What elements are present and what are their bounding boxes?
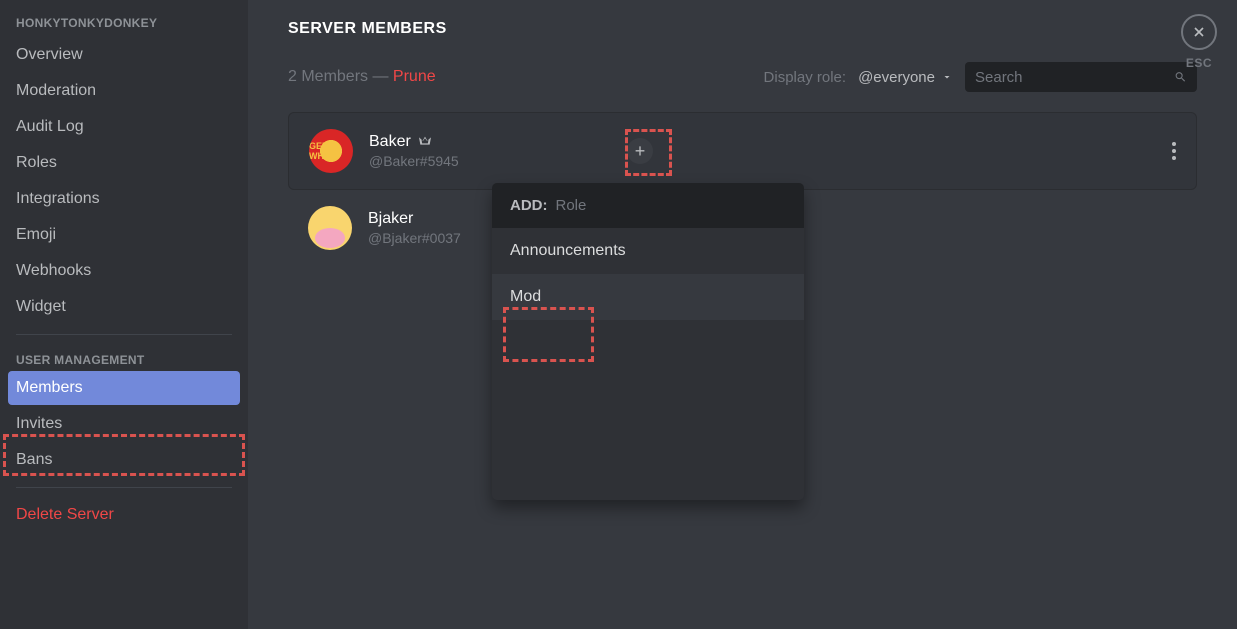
add-role-button[interactable]: + xyxy=(627,138,653,164)
sidebar-item-invites[interactable]: Invites xyxy=(8,407,240,441)
divider xyxy=(16,487,232,488)
members-toolbar: 2 Members — Prune Display role: @everyon… xyxy=(288,62,1197,92)
display-role-dropdown[interactable]: @everyone xyxy=(858,69,953,86)
popover-role-option-announcements[interactable]: Announcements xyxy=(492,228,804,274)
popover-role-input[interactable]: Role xyxy=(556,197,587,214)
settings-sidebar: HONKYTONKYDONKEY Overview Moderation Aud… xyxy=(0,0,248,629)
close-button[interactable] xyxy=(1181,14,1217,50)
close-icon xyxy=(1191,24,1207,40)
sidebar-item-overview[interactable]: Overview xyxy=(8,38,240,72)
sidebar-item-bans[interactable]: Bans xyxy=(8,443,240,477)
member-name-text: Bjaker xyxy=(368,210,413,228)
esc-label: ESC xyxy=(1181,56,1217,70)
member-row[interactable]: GEE WHIZ Baker @Baker#5945 + xyxy=(288,112,1197,190)
member-tag: @Baker#5945 xyxy=(369,153,589,169)
user-management-label: USER MANAGEMENT xyxy=(8,345,240,371)
sidebar-item-delete-server[interactable]: Delete Server xyxy=(8,498,240,532)
plus-icon: + xyxy=(635,141,646,162)
crown-icon xyxy=(417,134,433,150)
member-info: Baker @Baker#5945 xyxy=(369,133,589,169)
display-role-label: Display role: xyxy=(764,69,847,86)
close-panel: ESC xyxy=(1181,14,1217,70)
prune-link[interactable]: Prune xyxy=(393,68,436,85)
toolbar-right: Display role: @everyone xyxy=(764,62,1197,92)
sidebar-item-emoji[interactable]: Emoji xyxy=(8,218,240,252)
sidebar-item-integrations[interactable]: Integrations xyxy=(8,182,240,216)
sidebar-item-moderation[interactable]: Moderation xyxy=(8,74,240,108)
avatar xyxy=(308,206,352,250)
member-name: Baker xyxy=(369,133,589,151)
add-role-popover: ADD: Role Announcements Mod xyxy=(492,183,804,500)
sidebar-item-widget[interactable]: Widget xyxy=(8,290,240,324)
popover-add-label: ADD: xyxy=(510,197,548,214)
avatar: GEE WHIZ xyxy=(309,129,353,173)
sidebar-item-roles[interactable]: Roles xyxy=(8,146,240,180)
member-count: 2 Members — Prune xyxy=(288,68,436,86)
sidebar-item-webhooks[interactable]: Webhooks xyxy=(8,254,240,288)
divider xyxy=(16,334,232,335)
sidebar-item-audit-log[interactable]: Audit Log xyxy=(8,110,240,144)
search-icon xyxy=(1174,68,1187,86)
server-name-header: HONKYTONKYDONKEY xyxy=(8,16,240,38)
count-text: 2 Members — xyxy=(288,68,393,85)
popover-role-option-mod[interactable]: Mod xyxy=(492,274,804,320)
member-menu-button[interactable] xyxy=(1172,142,1176,160)
popover-header[interactable]: ADD: Role xyxy=(492,183,804,228)
chevron-down-icon xyxy=(941,71,953,83)
display-role-value: @everyone xyxy=(858,69,935,86)
page-title: SERVER MEMBERS xyxy=(288,20,1197,38)
search-input[interactable] xyxy=(975,69,1174,86)
member-name-text: Baker xyxy=(369,133,411,151)
search-box[interactable] xyxy=(965,62,1197,92)
sidebar-item-members[interactable]: Members xyxy=(8,371,240,405)
